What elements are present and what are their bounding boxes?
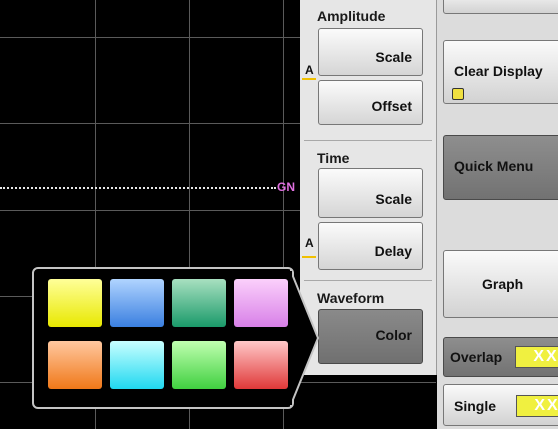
color-swatch-blue[interactable] xyxy=(110,279,164,327)
trace-label: GN xyxy=(277,180,295,194)
color-swatch-yellow[interactable] xyxy=(48,279,102,327)
amplitude-marker-line xyxy=(302,78,316,80)
overlap-label: Overlap xyxy=(450,349,503,365)
amplitude-scale-button[interactable]: Scale xyxy=(318,28,423,76)
waveform-color-label: Color xyxy=(375,327,412,343)
color-swatch-cyan[interactable] xyxy=(110,341,164,389)
grid-line xyxy=(0,123,300,124)
time-marker-line xyxy=(302,256,316,258)
right-panel: Clear Display Quick Menu Graph Overlap X… xyxy=(437,0,558,429)
single-status-icon: XX xyxy=(516,395,558,417)
time-marker: A xyxy=(305,236,314,250)
color-swatch-pink[interactable] xyxy=(234,279,288,327)
waveform-trace xyxy=(0,187,276,189)
amplitude-marker: A xyxy=(305,63,314,77)
color-palette-popup xyxy=(32,267,294,409)
sampling-button[interactable] xyxy=(443,0,558,14)
waveform-title: Waveform xyxy=(317,290,385,306)
time-title: Time xyxy=(317,150,350,166)
quick-menu-label: Quick Menu xyxy=(454,158,534,174)
clear-display-label: Clear Display xyxy=(454,63,543,79)
grid-line xyxy=(0,210,300,211)
color-swatch-green[interactable] xyxy=(172,341,226,389)
single-button[interactable]: Single XX xyxy=(443,384,558,426)
overlap-button[interactable]: Overlap XX xyxy=(443,337,558,377)
time-scale-button[interactable]: Scale xyxy=(318,168,423,218)
overlap-status-icon: XX xyxy=(515,346,558,368)
divider xyxy=(304,140,432,141)
grid-line xyxy=(0,37,300,38)
clear-display-button[interactable]: Clear Display xyxy=(443,40,558,104)
time-scale-label: Scale xyxy=(375,191,412,207)
color-swatch-red[interactable] xyxy=(234,341,288,389)
color-swatch-teal[interactable] xyxy=(172,279,226,327)
amplitude-offset-button[interactable]: Offset xyxy=(318,80,423,125)
time-delay-button[interactable]: Delay xyxy=(318,222,423,270)
quick-menu-button[interactable]: Quick Menu xyxy=(443,135,558,200)
waveform-color-button[interactable]: Color xyxy=(318,309,423,364)
amplitude-offset-label: Offset xyxy=(371,98,412,114)
single-label: Single xyxy=(454,398,497,414)
divider xyxy=(304,280,432,281)
amplitude-title: Amplitude xyxy=(317,8,386,24)
graph-button[interactable]: Graph xyxy=(443,250,558,318)
popup-pointer-arrow xyxy=(290,268,320,408)
color-swatch-orange[interactable] xyxy=(48,341,102,389)
amplitude-scale-label: Scale xyxy=(375,49,412,65)
status-indicator xyxy=(452,88,464,100)
time-delay-label: Delay xyxy=(374,243,412,259)
graph-label: Graph xyxy=(482,276,524,292)
